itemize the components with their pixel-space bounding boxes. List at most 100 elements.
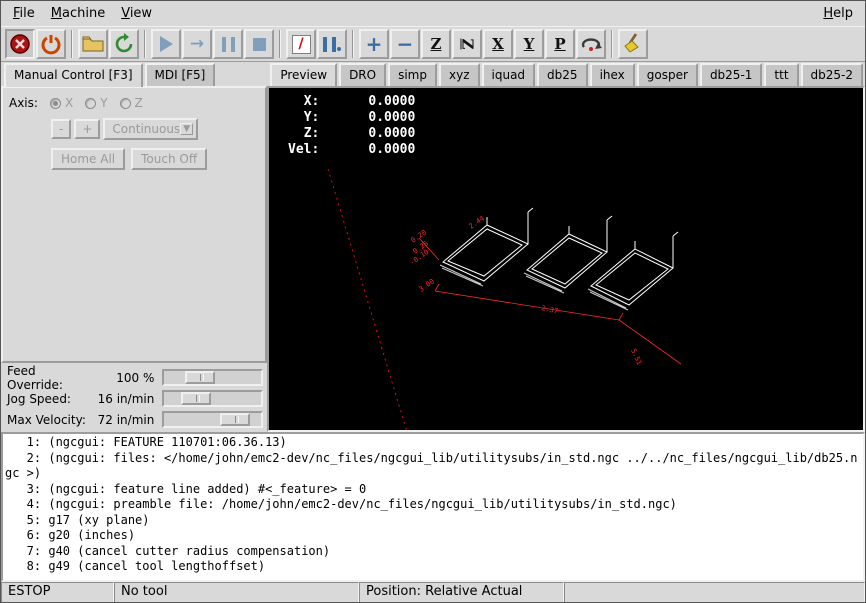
step-button[interactable]: → xyxy=(182,29,212,59)
stop-button[interactable] xyxy=(244,29,274,59)
axis-z-label: Z xyxy=(135,96,143,110)
menu-view[interactable]: View xyxy=(113,3,160,24)
optional-pause-icon xyxy=(323,37,336,52)
gcode-line[interactable]: 1: (ngcgui: FEATURE 110701:06.36.13) xyxy=(5,435,861,451)
control-panel: Manual Control [F3] MDI [F5] Axis: X Y Z… xyxy=(1,62,267,432)
gcode-line[interactable]: 2: (ngcgui: files: </home/john/emc2-dev/… xyxy=(5,451,861,467)
preview-canvas[interactable]: 2.440.200.25-0.103.002.375.51 X:0.0000Y:… xyxy=(267,86,865,432)
pause-icon xyxy=(222,37,235,52)
control-tabbar: Manual Control [F3] MDI [F5] xyxy=(1,62,267,86)
tab-xyz[interactable]: xyz xyxy=(439,63,480,86)
view-z-rotated-button[interactable]: Z xyxy=(452,29,482,59)
dimension-lines xyxy=(419,238,681,364)
view-p-button[interactable]: P xyxy=(545,29,575,59)
view-x-icon: X xyxy=(492,35,504,53)
tab-preview[interactable]: Preview xyxy=(270,63,337,87)
zoom-out-button[interactable]: − xyxy=(390,29,420,59)
feed-override-label: Feed Override: xyxy=(7,364,92,392)
run-icon xyxy=(160,36,173,52)
menu-file[interactable]: File xyxy=(5,3,43,24)
axis-label: Axis: xyxy=(9,96,38,110)
view-y-icon: Y xyxy=(524,35,535,53)
open-file-button[interactable] xyxy=(78,29,108,59)
gcode-line[interactable]: gc >) xyxy=(5,466,861,482)
reload-icon xyxy=(113,33,135,55)
preview-tabbar: PreviewDROsimpxyziquaddb25ihexgosperdb25… xyxy=(267,62,865,86)
toolbar-separator xyxy=(279,30,281,58)
gcode-line[interactable]: 4: (ngcgui: preamble file: /home/john/em… xyxy=(5,497,861,513)
rotate-view-button[interactable] xyxy=(576,29,606,59)
tab-db25-1[interactable]: db25-1 xyxy=(700,63,762,86)
view-y-button[interactable]: Y xyxy=(514,29,544,59)
max-velocity-row: Max Velocity: 72 in/min xyxy=(7,409,263,430)
tab-ttt[interactable]: ttt xyxy=(764,63,798,86)
gcode-line[interactable]: 6: g20 (inches) xyxy=(5,528,861,544)
view-z-button[interactable]: Z xyxy=(421,29,451,59)
tab-ihex[interactable]: ihex xyxy=(590,63,635,86)
tab-db25-2[interactable]: db25-2 xyxy=(801,63,863,86)
axis-x-label: X xyxy=(65,96,73,110)
feed-override-handle[interactable] xyxy=(185,371,215,384)
dimension-label: 2.37 xyxy=(541,304,559,315)
toolbar: → / + − Z Z X Y P xyxy=(1,26,865,62)
feed-override-slider[interactable] xyxy=(162,369,263,386)
gcode-line[interactable]: 7: g40 (cancel cutter radius compensatio… xyxy=(5,544,861,560)
tab-manual-control[interactable]: Manual Control [F3] xyxy=(4,63,143,87)
gcode-line[interactable]: 5: g17 (xy plane) xyxy=(5,513,861,529)
jog-speed-row: Jog Speed: 16 in/min xyxy=(7,388,263,409)
chevron-down-icon: ▼ xyxy=(180,123,193,135)
home-all-button[interactable]: Home All xyxy=(51,148,125,170)
axis-y-label: Y xyxy=(100,96,107,110)
tab-simp[interactable]: simp xyxy=(388,63,437,86)
tab-db25[interactable]: db25 xyxy=(537,63,588,86)
gcode-line[interactable]: 8: g49 (cancel tool lengthoffset) xyxy=(5,559,861,575)
run-button[interactable] xyxy=(151,29,181,59)
toolbar-separator xyxy=(611,30,613,58)
dimension-label: 5.51 xyxy=(630,348,644,367)
tab-dro[interactable]: DRO xyxy=(339,63,386,86)
machine-power-button[interactable] xyxy=(36,29,66,59)
estop-button[interactable] xyxy=(5,29,35,59)
menu-machine[interactable]: Machine xyxy=(43,3,113,24)
toolbar-separator xyxy=(71,30,73,58)
max-velocity-handle[interactable] xyxy=(220,413,250,426)
tab-iquad[interactable]: iquad xyxy=(482,63,536,86)
zoom-in-button[interactable]: + xyxy=(359,29,389,59)
view-x-button[interactable]: X xyxy=(483,29,513,59)
optional-pause-button[interactable] xyxy=(317,29,347,59)
axis-z-radio[interactable] xyxy=(120,98,131,109)
status-machine-state: ESTOP xyxy=(1,582,114,603)
main-area: Manual Control [F3] MDI [F5] Axis: X Y Z… xyxy=(1,62,865,432)
gcode-text[interactable]: 1: (ngcgui: FEATURE 110701:06.36.13) 2: … xyxy=(1,432,865,582)
clear-plot-button[interactable] xyxy=(618,29,648,59)
axis-y-radio[interactable] xyxy=(85,98,96,109)
skip-lines-button[interactable]: / xyxy=(286,29,316,59)
view-z-icon: Z xyxy=(431,35,442,53)
status-filler xyxy=(564,582,865,603)
jog-mode-value: Continuous xyxy=(112,122,180,136)
jog-speed-handle[interactable] xyxy=(181,392,211,405)
jog-minus-button[interactable]: - xyxy=(51,119,71,139)
touch-off-button[interactable]: Touch Off xyxy=(131,148,207,170)
jog-speed-slider[interactable] xyxy=(162,390,263,407)
stop-icon xyxy=(253,38,266,51)
readout-row: Y:0.0000 xyxy=(277,110,415,126)
tab-gosper[interactable]: gosper xyxy=(637,63,698,86)
jog-mode-select[interactable]: Continuous ▼ xyxy=(103,118,198,140)
tab-mdi[interactable]: MDI [F5] xyxy=(145,63,216,86)
dimension-label: 3.00 xyxy=(418,277,436,293)
gcode-line[interactable]: 3: (ngcgui: feature line added) #<_featu… xyxy=(5,482,861,498)
pause-button[interactable] xyxy=(213,29,243,59)
position-readout: X:0.0000Y:0.0000Z:0.0000Vel:0.0000 xyxy=(277,94,415,158)
toolbar-separator xyxy=(144,30,146,58)
reload-button[interactable] xyxy=(109,29,139,59)
max-velocity-slider[interactable] xyxy=(162,411,263,428)
axis-window: File Machine View Help xyxy=(0,0,866,603)
menu-help[interactable]: Help xyxy=(815,3,861,24)
jog-plus-button[interactable]: + xyxy=(74,119,100,139)
estop-icon xyxy=(9,33,31,55)
feed-override-value: 100 % xyxy=(92,371,154,385)
zoom-in-icon: + xyxy=(366,34,383,54)
jog-speed-value: 16 in/min xyxy=(92,392,154,406)
axis-x-radio[interactable] xyxy=(50,98,61,109)
